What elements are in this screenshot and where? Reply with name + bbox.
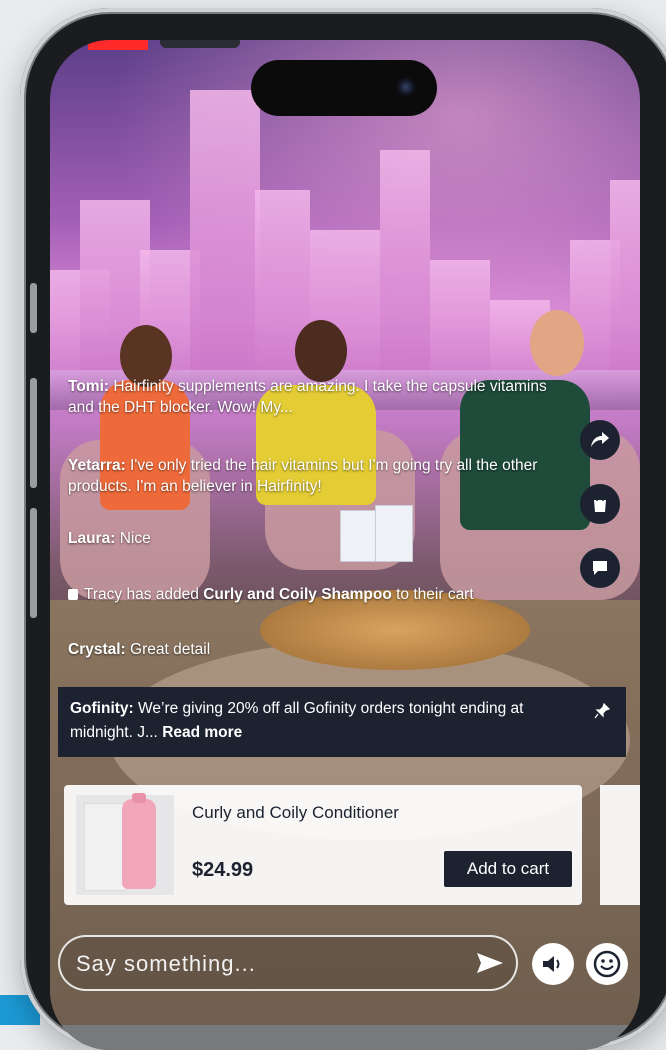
chat-message: Crystal: Great detail [68,639,548,660]
chat-text: Hairfinity supplements are amazing. I ta… [68,378,547,416]
emoji-button[interactable] [586,943,628,985]
product-image [76,793,174,895]
read-more-link[interactable]: Read more [162,724,242,741]
phone-volume-down [30,508,37,618]
chat-text: Nice [119,530,151,547]
chat-user: Yetarra: [68,457,126,474]
cart-activity-prefix: Tracy has added [84,586,199,603]
cart-activity-suffix: to their cart [396,586,474,603]
chat-input-bar [58,935,518,991]
host-center-head [295,320,347,382]
next-product-card[interactable] [600,785,640,905]
chat-message: Laura: Nice [68,528,548,549]
live-stream-screen: Tomi: Hairfinity supplements are amazing… [50,40,640,1050]
shopping-bag-icon [68,589,78,600]
camera-icon [397,78,415,96]
home-indicator-area [50,1025,640,1050]
share-button[interactable] [580,420,620,460]
side-actions [580,420,620,612]
shop-button[interactable] [580,484,620,524]
smiley-icon [593,950,621,978]
chat-bubble-icon [593,561,607,575]
chat-message: Tomi: Hairfinity supplements are amazing… [68,376,548,418]
cart-activity-product: Curly and Coily Shampoo [203,586,392,603]
chat-input[interactable] [74,937,458,991]
add-to-cart-button[interactable]: Add to cart [444,851,572,887]
phone-volume-up [30,378,37,488]
phone-side-button [30,283,37,333]
pinned-text: We’re giving 20% off all Gofinity orders… [70,700,524,741]
speaker-icon [543,956,560,972]
pin-icon[interactable] [594,702,611,727]
chat-user: Tomi: [68,378,110,395]
chat-user: Laura: [68,530,116,547]
send-button[interactable] [474,949,506,977]
status-tab [160,40,240,48]
chat-text: I've only tried the hair vitamins but I'… [68,457,538,495]
product-name: Curly and Coily Conditioner [192,803,399,822]
chat-toggle-button[interactable] [580,548,620,588]
pinned-message: Gofinity: We’re giving 20% off all Gofin… [58,687,626,757]
product-price: $24.99 [192,859,254,881]
chat-message: Yetarra: I've only tried the hair vitami… [68,455,548,497]
chat-user: Crystal: [68,641,126,658]
shopping-bag-icon [594,495,606,512]
live-indicator [88,40,148,50]
send-icon [477,953,503,973]
dynamic-island [251,60,437,116]
chat-text: Great detail [130,641,211,658]
cart-activity-message: Tracy has added Curly and Coily Shampoo … [68,584,548,605]
share-icon [591,432,609,447]
pinned-user: Gofinity: [70,700,134,717]
host-right-head [530,310,584,376]
sound-button[interactable] [532,943,574,985]
product-card[interactable]: Curly and Coily Conditioner $24.99 Add t… [64,785,582,905]
